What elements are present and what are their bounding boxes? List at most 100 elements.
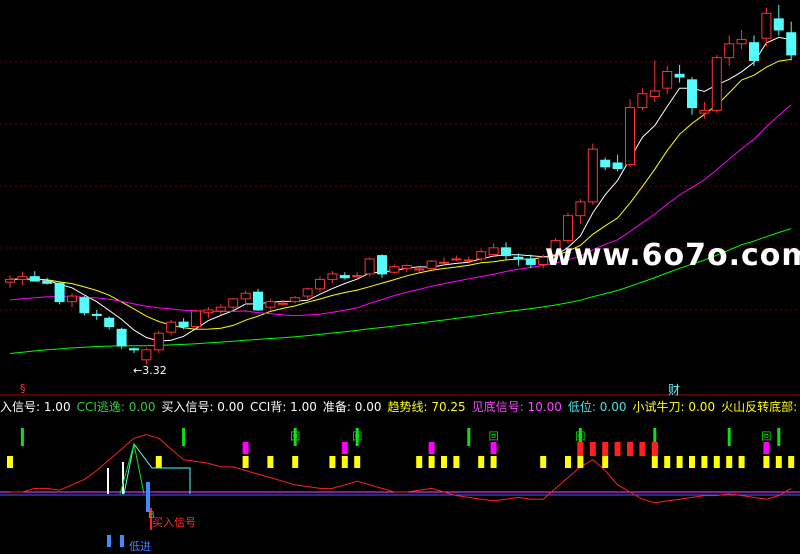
yellow-signal-bar <box>713 456 720 468</box>
candle <box>91 309 102 320</box>
candle <box>215 304 226 315</box>
candle-body <box>786 32 797 56</box>
yellow-signal-bar <box>354 456 361 468</box>
candle <box>17 272 28 285</box>
candle-body <box>439 261 449 264</box>
box-marker: 回 <box>290 431 300 443</box>
candle <box>761 7 772 47</box>
candle-body <box>761 12 772 39</box>
indicator-panel: 回回回回回B <box>0 428 800 547</box>
candle-body <box>501 247 511 257</box>
green-signal-bar <box>182 428 186 446</box>
candle-body <box>563 215 573 242</box>
price-low-label: ←3.32 <box>133 364 167 377</box>
yellow-signal-bar <box>577 456 584 468</box>
yellow-signal-bar <box>540 456 547 468</box>
candle <box>67 293 77 308</box>
top-marker-right: 财 <box>668 383 680 397</box>
magenta-signal-bar <box>242 442 249 454</box>
red-signal-bar <box>627 442 633 456</box>
candle-body <box>513 256 524 260</box>
candle-body <box>265 301 276 308</box>
yellow-signal-bar <box>676 456 683 468</box>
yellow-signal-bar <box>428 456 435 468</box>
candle <box>129 347 139 354</box>
yellow-signal-bar <box>788 456 795 468</box>
yellow-signal-bar <box>329 456 336 468</box>
ma-line-5 <box>9 36 792 342</box>
yellow-signal-bar <box>292 456 299 468</box>
candle <box>191 309 201 328</box>
white-spike <box>107 468 109 494</box>
candle-body <box>749 42 759 61</box>
candle <box>600 157 611 171</box>
magenta-signal-bar <box>763 442 770 454</box>
box-marker: 回 <box>575 431 585 443</box>
candle-body <box>315 278 325 290</box>
candle-body <box>29 276 40 282</box>
candle <box>141 347 152 365</box>
candle-body <box>129 348 139 351</box>
candle-body <box>476 251 487 260</box>
candle-body <box>191 310 201 328</box>
candle <box>228 297 239 310</box>
candle-body <box>426 260 437 269</box>
candle-body <box>327 273 338 280</box>
ma-line-10 <box>9 58 792 330</box>
candle-body <box>649 90 660 97</box>
candle <box>29 271 40 282</box>
candle-body <box>711 57 722 111</box>
candle-body <box>625 107 635 166</box>
legend-item-7: 低位: 0.00 <box>567 400 627 414</box>
red-signal-bar <box>577 442 584 456</box>
candle <box>315 276 325 293</box>
candle-body <box>463 259 474 262</box>
candle <box>625 99 635 167</box>
moving-average-lines <box>9 36 792 354</box>
candle <box>5 275 15 288</box>
candle <box>153 330 164 354</box>
legend-item-9: 火山反转底部: 0.00 <box>721 400 800 414</box>
red-signal-bar <box>602 442 609 456</box>
candle-body <box>377 255 387 275</box>
candle <box>290 296 301 304</box>
candle <box>377 254 387 278</box>
candle-body <box>116 328 127 347</box>
yellow-signal-bar <box>341 456 348 468</box>
candle-body <box>240 292 251 300</box>
candle-body <box>364 258 375 275</box>
candle <box>525 254 536 269</box>
candle <box>339 272 350 280</box>
candle <box>463 256 474 263</box>
candle <box>587 143 598 205</box>
candle <box>687 77 697 115</box>
candle <box>451 255 462 262</box>
candle <box>302 287 313 299</box>
candle <box>389 264 400 274</box>
candle-body <box>277 302 288 305</box>
candle <box>253 288 263 312</box>
ma-line-20 <box>9 104 792 317</box>
legend-item-4: 准备: 0.00 <box>322 400 382 414</box>
top-marker-left: § <box>20 382 26 395</box>
candle <box>166 319 177 335</box>
candle-body <box>339 275 350 279</box>
yellow-signal-bar <box>602 456 609 468</box>
candle-body <box>612 162 623 170</box>
green-signal-bar <box>20 428 24 446</box>
candle-body <box>575 201 586 217</box>
candle <box>426 260 437 271</box>
red-signal-bar <box>639 442 646 456</box>
candle-body <box>54 282 65 303</box>
candle <box>116 327 127 349</box>
candle-body <box>228 298 239 308</box>
candle-body <box>215 306 226 312</box>
candle-body <box>687 79 697 109</box>
candle <box>736 29 747 50</box>
candle <box>649 60 660 103</box>
candle-body <box>153 332 164 351</box>
candle <box>786 21 797 61</box>
candle-body <box>67 295 77 303</box>
candle <box>612 154 623 172</box>
legend-item-5: 趋势线: 70.25 <box>387 400 466 414</box>
